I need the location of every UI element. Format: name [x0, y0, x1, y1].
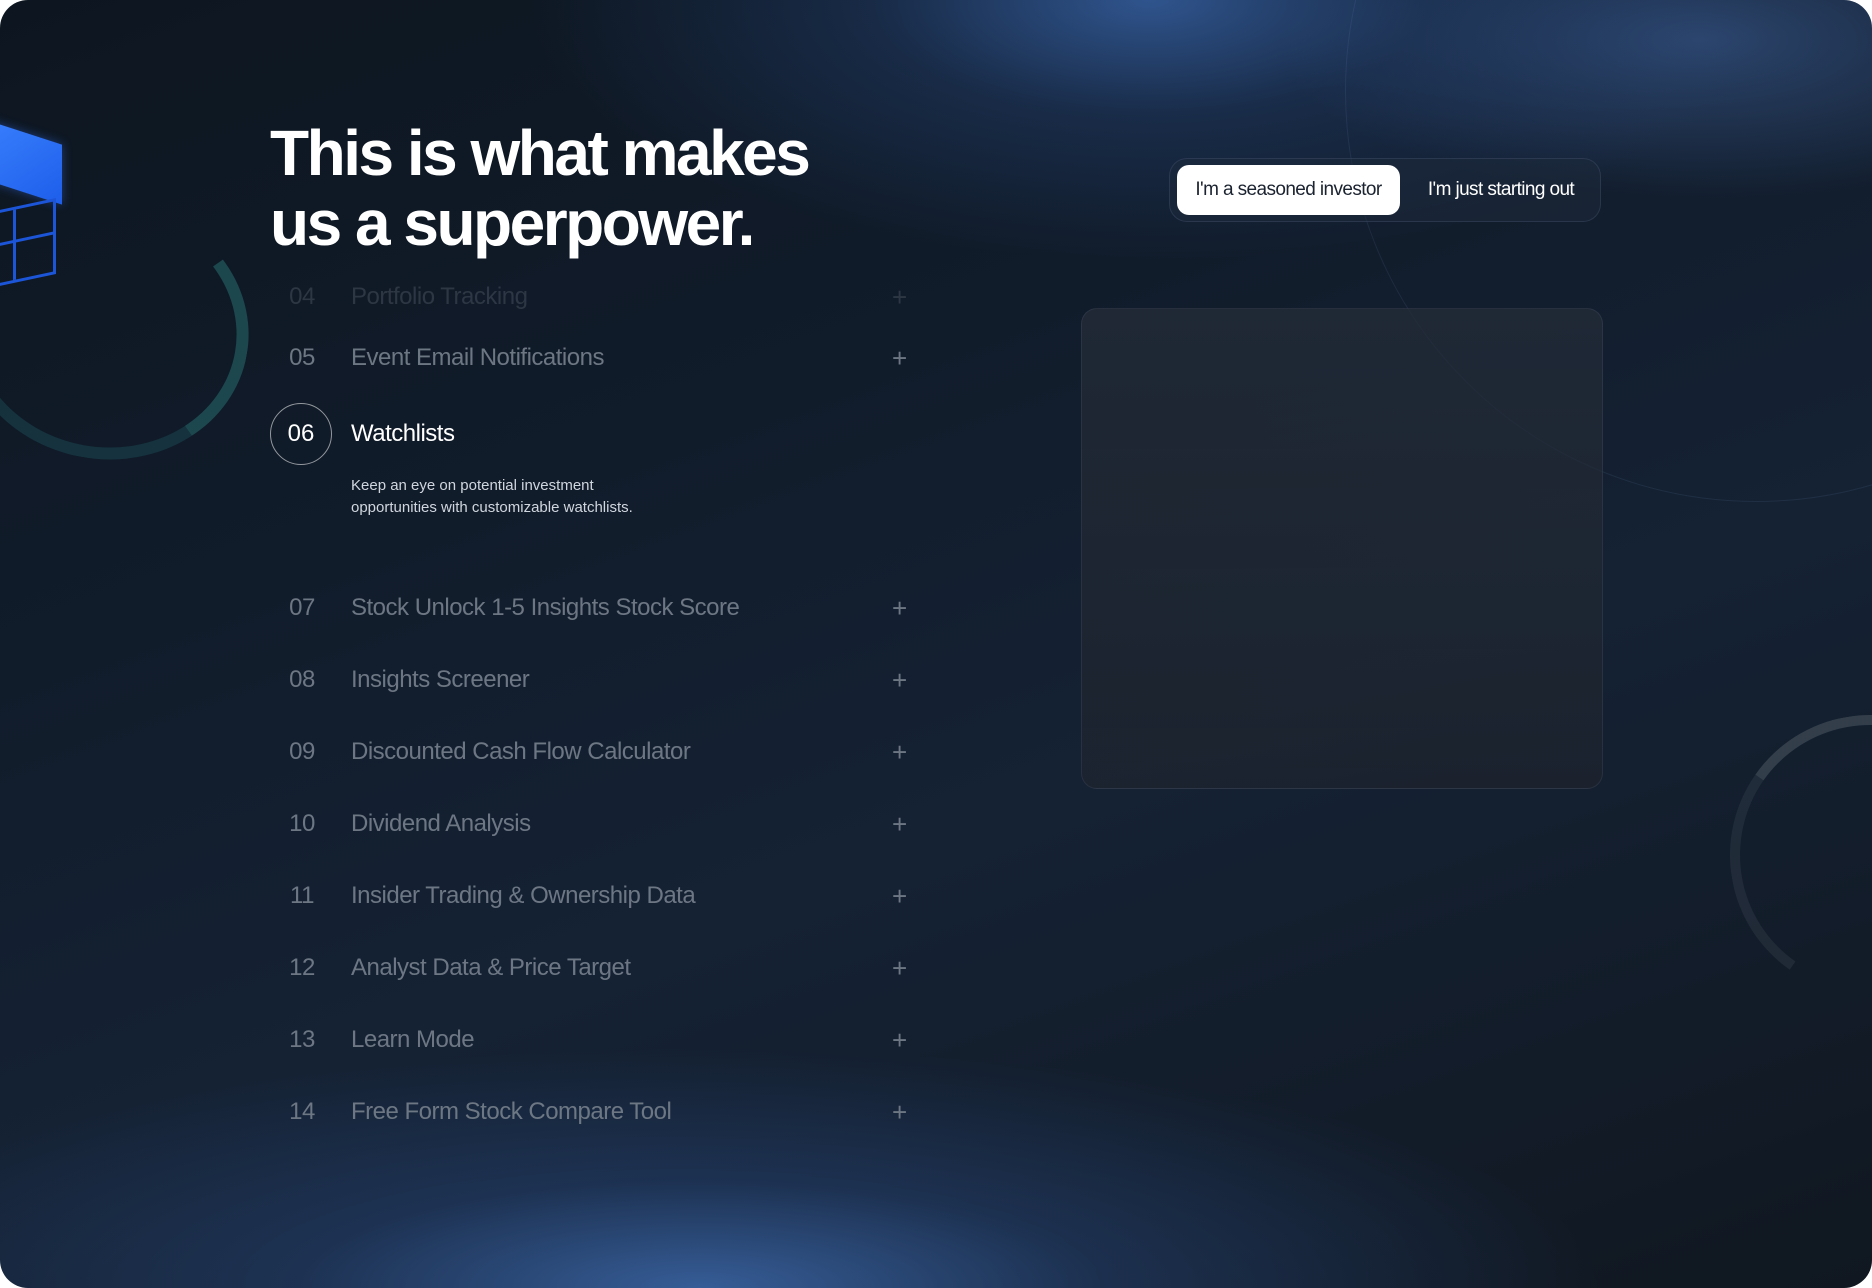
feature-description: Keep an eye on potential investment oppo… [351, 477, 633, 516]
plus-icon: + [892, 282, 908, 312]
feature-number: 09 [289, 738, 315, 765]
plus-icon[interactable]: + [892, 1076, 907, 1148]
feature-number: 10 [289, 810, 315, 837]
plus-icon[interactable]: + [892, 644, 907, 716]
feature-row-13[interactable]: 13 Learn Mode + [270, 1004, 920, 1076]
page-title-line-1: This is what makes [270, 117, 811, 189]
plus-icon[interactable]: + [892, 860, 907, 932]
plus-icon[interactable]: + [892, 932, 907, 1004]
feature-row-07[interactable]: 07 Stock Unlock 1-5 Insights Stock Score… [270, 572, 920, 644]
feature-number: 14 [289, 1098, 315, 1125]
feature-number: 13 [289, 1026, 315, 1053]
feature-title: Portfolio Tracking [351, 283, 528, 310]
feature-number: 11 [290, 882, 314, 909]
feature-row-12[interactable]: 12 Analyst Data & Price Target + [270, 932, 920, 1004]
feature-number: 05 [289, 344, 315, 371]
feature-title: Discounted Cash Flow Calculator [351, 738, 691, 765]
feature-number: 08 [289, 666, 315, 693]
feature-number: 12 [289, 954, 315, 981]
feature-number: 07 [289, 594, 315, 621]
feature-row-09[interactable]: 09 Discounted Cash Flow Calculator + [270, 716, 920, 788]
feature-row-08[interactable]: 08 Insights Screener + [270, 644, 920, 716]
feature-title: Insider Trading & Ownership Data [351, 882, 696, 909]
feature-title: Watchlists [351, 420, 455, 447]
plus-icon[interactable]: + [892, 1004, 907, 1076]
page-title: This is what makes us a superpower. [270, 117, 811, 259]
decorative-ring-left [0, 176, 270, 483]
feature-row-05[interactable]: 05 Event Email Notifications + [270, 322, 920, 394]
page-title-line-2: us a superpower. [270, 187, 755, 259]
toggle-seasoned-investor[interactable]: I'm a seasoned investor [1177, 165, 1400, 215]
feature-title: Analyst Data & Price Target [351, 954, 631, 981]
decorative-ring-right [1707, 692, 1872, 1018]
feature-title: Dividend Analysis [351, 810, 531, 837]
feature-preview-panel [1081, 308, 1603, 789]
feature-row-11[interactable]: 11 Insider Trading & Ownership Data + [270, 860, 920, 932]
blue-cube-graphic [0, 115, 62, 205]
feature-row-04[interactable]: 04 Portfolio Tracking + [270, 272, 920, 322]
plus-icon[interactable]: + [892, 788, 907, 860]
feature-row-10[interactable]: 10 Dividend Analysis + [270, 788, 920, 860]
feature-title: Free Form Stock Compare Tool [351, 1098, 672, 1125]
plus-icon[interactable]: + [892, 572, 907, 644]
feature-section: This is what makes us a superpower. 04 P… [0, 0, 1872, 1288]
plus-icon[interactable]: + [892, 322, 907, 394]
feature-title: Stock Unlock 1-5 Insights Stock Score [351, 594, 740, 621]
feature-list: 04 Portfolio Tracking + 05 Event Email N… [270, 282, 920, 1148]
feature-row-14[interactable]: 14 Free Form Stock Compare Tool + [270, 1076, 920, 1148]
toggle-starting-out[interactable]: I'm just starting out [1408, 165, 1594, 215]
feature-title: Learn Mode [351, 1026, 475, 1053]
feature-title: Insights Screener [351, 666, 530, 693]
active-number-circle: 06 [270, 403, 332, 465]
plus-icon[interactable]: + [892, 716, 907, 788]
investor-type-toggle: I'm a seasoned investor I'm just startin… [1169, 158, 1601, 222]
feature-number: 04 [289, 283, 315, 310]
feature-title: Event Email Notifications [351, 344, 604, 371]
